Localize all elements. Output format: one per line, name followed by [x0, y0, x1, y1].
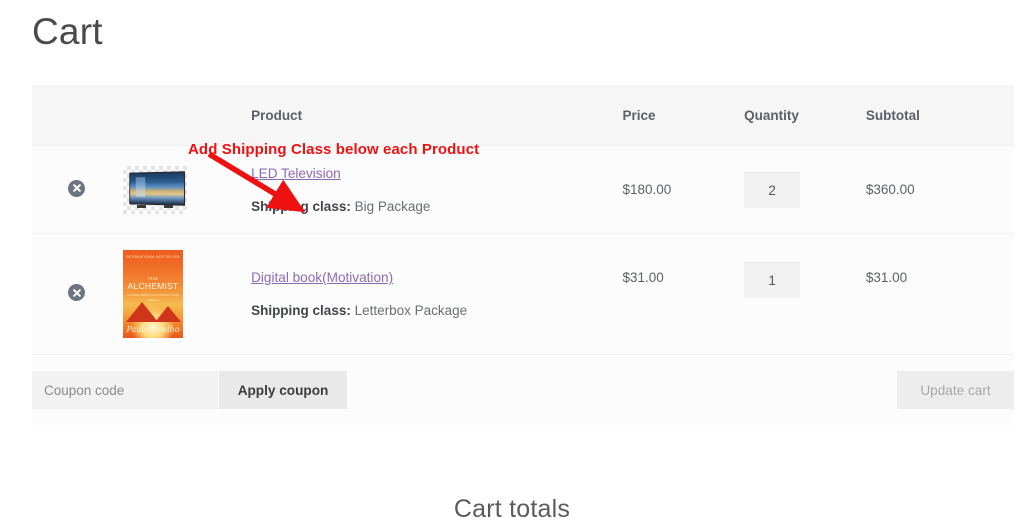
book-cover-author: Paulo Coelho: [126, 325, 180, 334]
table-header-row: Product Price Quantity Subtotal: [32, 85, 1014, 146]
cell-thumbnail: INTERNATIONAL BESTSELLER THE ALCHEMIST A…: [110, 233, 240, 355]
apply-coupon-button[interactable]: Apply coupon: [219, 371, 347, 409]
cart-actions-row: Apply coupon Update cart: [32, 354, 1014, 425]
quantity-input[interactable]: [744, 171, 801, 208]
cell-cart-actions: Apply coupon Update cart: [32, 354, 1014, 425]
remove-item-button[interactable]: [68, 284, 85, 301]
cell-price: $31.00: [610, 233, 733, 355]
shipping-class-value: Big Package: [354, 198, 431, 214]
shipping-class-value: Letterbox Package: [354, 303, 468, 318]
cell-thumbnail: [110, 145, 240, 234]
cell-product: Digital book(Motivation) Shipping class:…: [239, 233, 611, 355]
annotation-text: Add Shipping Class below each Product: [188, 141, 480, 158]
book-cover-top-line: INTERNATIONAL BESTSELLER: [126, 255, 180, 259]
cart-table-body: LED Television Shipping class: Big Packa…: [32, 145, 1014, 425]
remove-item-button[interactable]: [68, 179, 85, 197]
cell-quantity: [732, 145, 854, 234]
header-thumbnail: [110, 85, 240, 146]
update-cart-button[interactable]: Update cart: [897, 371, 1014, 409]
cart-table: Product Price Quantity Subtotal LED Tele…: [32, 85, 1014, 425]
book-cover-title: ALCHEMIST: [127, 281, 179, 291]
book-cover-subtitle: A FABLE ABOUT FOLLOWING YOUR DREAM: [127, 293, 179, 302]
shipping-class-label: Shipping class:: [251, 198, 351, 214]
product-thumbnail-link[interactable]: INTERNATIONAL BESTSELLER THE ALCHEMIST A…: [122, 250, 187, 338]
cell-subtotal: $31.00: [853, 233, 1014, 355]
table-row: LED Television Shipping class: Big Packa…: [32, 145, 1014, 234]
coupon-code-input[interactable]: [32, 371, 218, 409]
header-product: Product: [239, 85, 611, 146]
table-row: INTERNATIONAL BESTSELLER THE ALCHEMIST A…: [32, 233, 1014, 355]
header-quantity: Quantity: [732, 85, 854, 146]
cell-remove: [32, 233, 111, 355]
shipping-class-line: Shipping class: Letterbox Package: [251, 302, 598, 320]
cart-actions: Apply coupon Update cart: [32, 355, 1014, 425]
product-name-link[interactable]: Digital book(Motivation): [251, 268, 393, 288]
led-television-icon: [122, 165, 187, 214]
page-title: Cart: [32, 11, 103, 52]
product-thumbnail-link[interactable]: [122, 165, 187, 214]
cart-page: Cart Product Price Quantity Subtotal LED…: [0, 0, 1024, 527]
quantity-input[interactable]: [744, 262, 801, 298]
cart-table-head: Product Price Quantity Subtotal: [32, 85, 1014, 146]
cell-quantity: [732, 233, 854, 355]
cart-totals-heading: Cart totals: [453, 495, 571, 523]
header-remove: [32, 85, 111, 146]
shipping-class-label: Shipping class:: [251, 303, 351, 318]
the-alchemist-book-icon: INTERNATIONAL BESTSELLER THE ALCHEMIST A…: [122, 250, 183, 338]
cell-price: $180.00: [610, 145, 733, 234]
header-subtotal: Subtotal: [853, 85, 1014, 146]
cell-remove: [32, 145, 111, 234]
product-name-link[interactable]: LED Television: [251, 164, 341, 184]
cell-subtotal: $360.00: [853, 145, 1014, 234]
shipping-class-line: Shipping class: Big Package: [251, 198, 598, 216]
header-price: Price: [610, 85, 733, 146]
cell-product: LED Television Shipping class: Big Packa…: [239, 145, 611, 234]
